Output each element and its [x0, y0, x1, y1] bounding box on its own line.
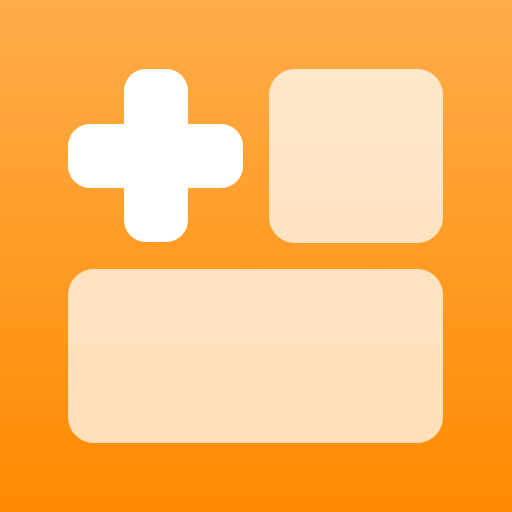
square-tile [269, 69, 443, 243]
plus-horizontal-bar [68, 124, 243, 188]
wide-tile [68, 269, 443, 443]
widget-add-app-icon [0, 0, 512, 512]
